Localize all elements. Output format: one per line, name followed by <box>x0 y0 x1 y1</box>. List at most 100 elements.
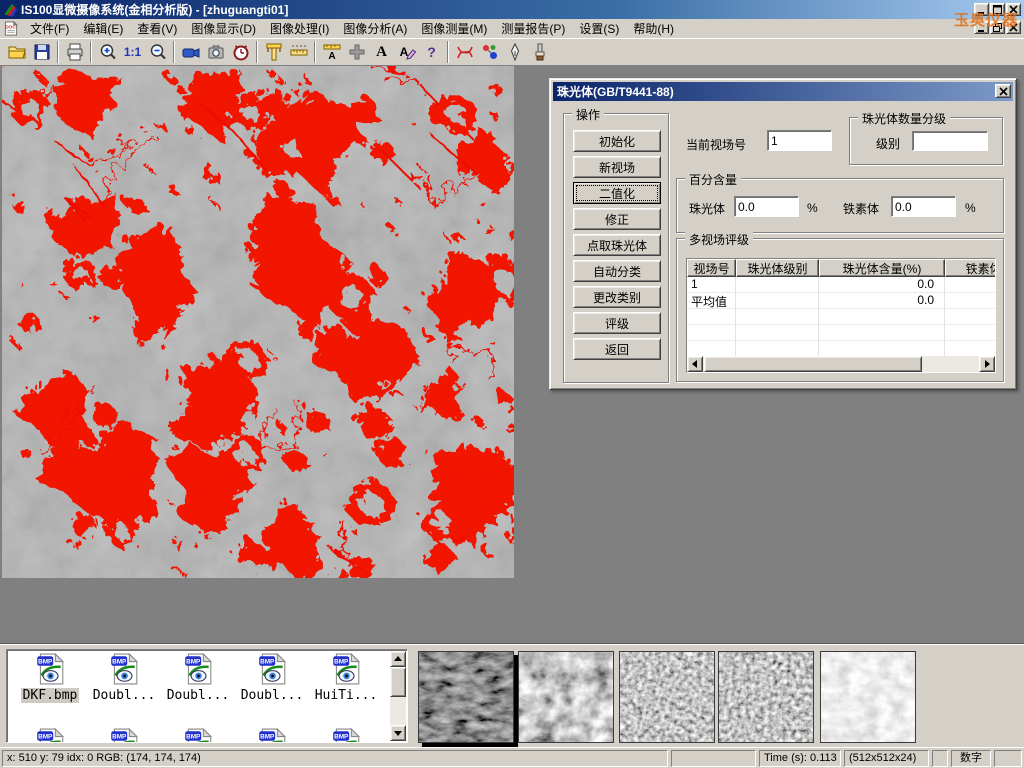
window-title: IS100显微摄像系统(金相分析版) - [zhuguangti01] <box>21 1 288 18</box>
file-item-2[interactable]: Doubl... <box>89 653 159 703</box>
print-button[interactable] <box>62 40 87 64</box>
table-row[interactable]: 平均值0.0 <box>687 293 995 309</box>
status-empty-1 <box>671 750 756 767</box>
menu-item-6[interactable]: 图像分析(A) <box>336 18 414 39</box>
file-item-10[interactable] <box>311 728 381 743</box>
status-time: Time (s): 0.113 <box>759 750 841 767</box>
thumbnail-3[interactable] <box>619 651 715 743</box>
maximize-button[interactable] <box>990 3 1005 16</box>
actual-size-button[interactable]: 1:1 <box>120 40 145 64</box>
table-row[interactable] <box>687 309 995 325</box>
document-icon: DOC <box>3 21 19 36</box>
file-item-5[interactable]: HuiTi... <box>311 653 381 703</box>
table-cell <box>945 309 996 325</box>
current-field-input[interactable] <box>767 130 832 151</box>
table-rows: 视场号珠光体级别珠光体含量(%)铁素体含量(%)10.0平均值0.0 <box>687 259 995 357</box>
scroll-right-button[interactable] <box>979 356 995 372</box>
open-button[interactable] <box>4 40 29 64</box>
pearlite-percent-input[interactable] <box>734 196 799 217</box>
table-header-row: 视场号珠光体级别珠光体含量(%)铁素体含量(%) <box>687 259 995 277</box>
brush-button[interactable] <box>527 40 552 64</box>
file-item-3[interactable]: Doubl... <box>163 653 233 703</box>
zoom-in-button[interactable] <box>95 40 120 64</box>
scrollbar-track[interactable] <box>922 356 979 372</box>
menu-item-4[interactable]: 图像显示(D) <box>184 18 263 39</box>
new-field-button[interactable]: 新视场 <box>573 156 661 178</box>
scroll-up-button[interactable] <box>390 651 406 667</box>
grade-input[interactable] <box>912 131 988 151</box>
child-close-button[interactable] <box>1006 21 1021 34</box>
menu-item-1[interactable]: 文件(F) <box>23 18 76 39</box>
video-camera-button[interactable] <box>178 40 203 64</box>
pick-pearlite-button[interactable]: 点取珠光体 <box>573 234 661 256</box>
menu-item-8[interactable]: 测量报告(P) <box>494 18 572 39</box>
pattern-button[interactable] <box>344 40 369 64</box>
thumbnail-1[interactable] <box>418 651 514 743</box>
file-item-4[interactable]: Doubl... <box>237 653 307 703</box>
thumbnail-2[interactable] <box>518 651 614 743</box>
ruler-button[interactable] <box>286 40 311 64</box>
scroll-down-button[interactable] <box>390 725 406 741</box>
classify-button[interactable] <box>477 40 502 64</box>
file-item-7[interactable] <box>89 728 159 743</box>
metallograph-image[interactable] <box>2 66 514 578</box>
camera-button[interactable] <box>203 40 228 64</box>
change-class-button[interactable]: 更改类别 <box>573 286 661 308</box>
pen-button[interactable] <box>502 40 527 64</box>
bmp-file-icon <box>35 653 65 685</box>
file-item-8[interactable] <box>163 728 233 743</box>
file-item-9[interactable] <box>237 728 307 743</box>
table-header-cell: 视场号 <box>687 259 736 277</box>
table-horizontal-scrollbar[interactable] <box>687 356 995 372</box>
caliper-button[interactable] <box>261 40 286 64</box>
initialize-button[interactable]: 初始化 <box>573 130 661 152</box>
help-button[interactable]: ? <box>419 40 444 64</box>
auto-classify-button[interactable]: 自动分类 <box>573 260 661 282</box>
correct-button[interactable]: 修正 <box>573 208 661 230</box>
menu-item-2[interactable]: 编辑(E) <box>76 18 130 39</box>
close-button[interactable] <box>1006 3 1021 16</box>
table-cell <box>945 325 996 341</box>
table-row[interactable] <box>687 325 995 341</box>
dialog-close-button[interactable] <box>995 84 1011 98</box>
ferrite-percent-input[interactable] <box>891 196 956 217</box>
file-list-scrollbar[interactable] <box>390 651 406 741</box>
status-empty-2 <box>932 750 948 767</box>
curve-button[interactable] <box>452 40 477 64</box>
file-item-6[interactable] <box>15 728 85 743</box>
table-cell <box>819 309 945 325</box>
menu-item-10[interactable]: 帮助(H) <box>626 18 681 39</box>
zoom-out-button[interactable] <box>145 40 170 64</box>
annotate-button[interactable]: A <box>394 40 419 64</box>
table-row[interactable] <box>687 341 995 357</box>
table-cell <box>736 341 819 357</box>
menu-item-7[interactable]: 图像测量(M) <box>414 18 494 39</box>
file-list: DKF.bmpDoubl...Doubl...Doubl...HuiTi... <box>6 649 408 743</box>
child-restore-button[interactable] <box>990 21 1005 34</box>
measure-text-button[interactable]: A <box>319 40 344 64</box>
bmp-file-icon <box>331 728 361 743</box>
table-cell <box>736 309 819 325</box>
table-row[interactable]: 10.0 <box>687 277 995 293</box>
menu-item-5[interactable]: 图像处理(I) <box>263 18 336 39</box>
save-button[interactable] <box>29 40 54 64</box>
menu-item-3[interactable]: 查看(V) <box>130 18 184 39</box>
thumbnail-5[interactable] <box>820 651 916 743</box>
menu-item-9[interactable]: 设置(S) <box>572 18 626 39</box>
child-minimize-button[interactable] <box>974 21 989 34</box>
scrollbar-thumb[interactable] <box>390 667 406 697</box>
scrollbar-thumb[interactable] <box>704 356 922 372</box>
classify-icon <box>480 42 500 62</box>
minimize-button[interactable] <box>974 3 989 16</box>
close-icon <box>1009 23 1018 32</box>
svg-text:DOC: DOC <box>5 25 16 30</box>
text-button[interactable]: A <box>369 40 394 64</box>
rate-button[interactable]: 评级 <box>573 312 661 334</box>
table-cell <box>736 293 819 309</box>
file-item-1[interactable]: DKF.bmp <box>15 653 85 703</box>
binarize-button[interactable]: 二值化 <box>573 182 661 204</box>
thumbnail-4[interactable] <box>718 651 814 743</box>
timer-button[interactable] <box>228 40 253 64</box>
return-button[interactable]: 返回 <box>573 338 661 360</box>
scroll-left-button[interactable] <box>687 356 703 372</box>
